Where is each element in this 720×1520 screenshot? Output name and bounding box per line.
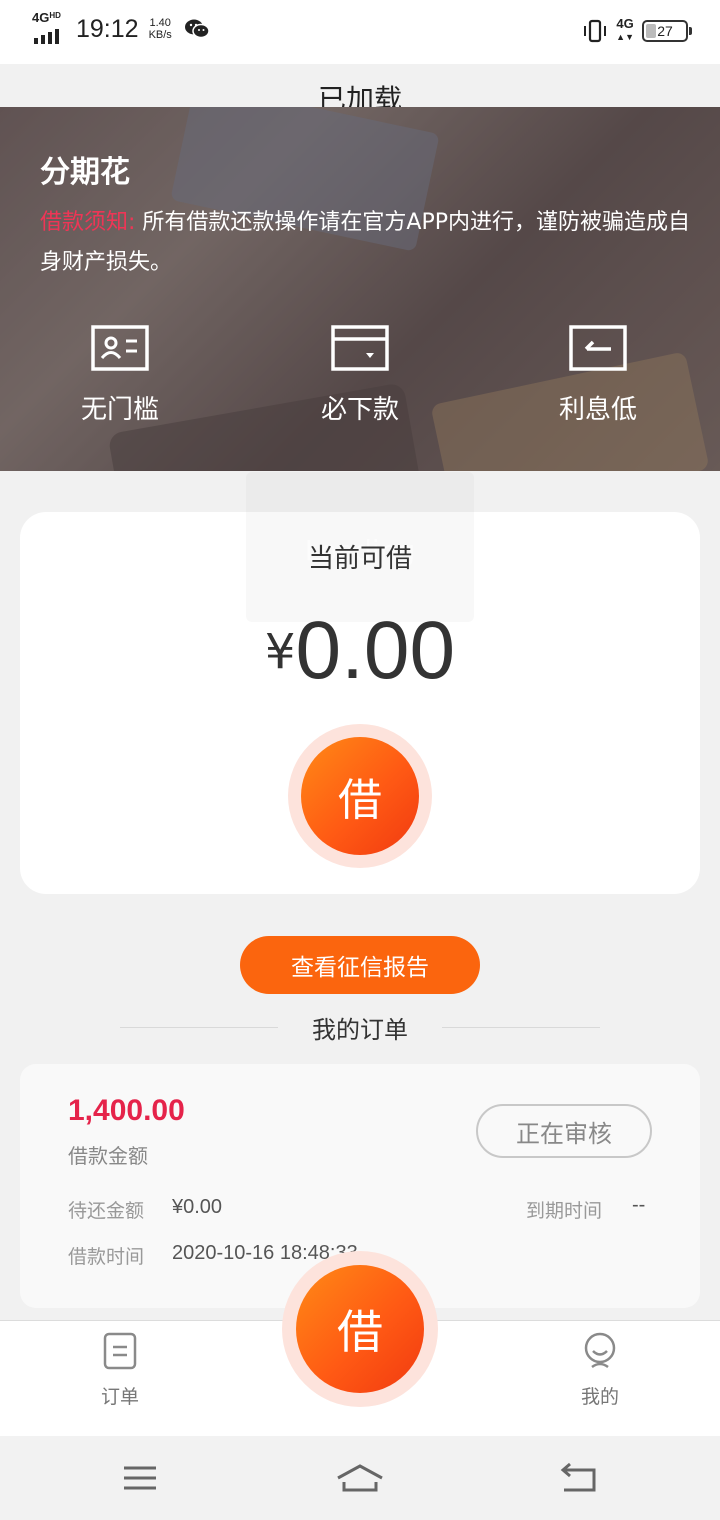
tab-mine[interactable]: 我的	[540, 1331, 660, 1409]
notice-label: 借款须知:	[40, 210, 136, 235]
borrow-button[interactable]: 借	[288, 724, 432, 868]
return-icon	[569, 325, 627, 371]
order-list-icon	[103, 1332, 137, 1370]
vibrate-icon	[584, 19, 607, 42]
profile-icon	[584, 1332, 616, 1369]
tab-orders[interactable]: 订单	[60, 1331, 180, 1409]
network-type-icon: 4G ▲▼	[616, 16, 634, 42]
due-amount-label: 待还金额	[68, 1200, 145, 1222]
notice-text: 所有借款还款操作请在官方APP内进行，谨防被骗造成自身财产损失。	[40, 210, 691, 275]
network-speed: 1.40 KB/s	[148, 17, 172, 41]
available-label: 当前可借	[307, 544, 412, 574]
signal-icon: 4GHD	[32, 10, 68, 44]
available-amount: ¥0.00	[264, 605, 456, 696]
clock: 19:12	[76, 14, 139, 43]
order-amount-label: 借款金额	[68, 1144, 148, 1168]
loan-available-card: Loading 当前可借 ¥0.00 借	[20, 472, 700, 894]
wechat-icon	[184, 19, 210, 39]
due-time-label: 到期时间	[526, 1200, 603, 1222]
feature-low-interest: 利息低	[508, 325, 688, 426]
credit-report-button[interactable]: 查看征信报告	[240, 936, 480, 994]
status-bar: 4GHD 19:12 1.40 KB/s 4G ▲▼ 27	[0, 0, 720, 64]
home-icon[interactable]	[330, 1460, 390, 1496]
battery-icon: 27	[642, 19, 692, 42]
loan-notice: 借款须知: 所有借款还款操作请在官方APP内进行，谨防被骗造成自身财产损失。	[40, 203, 690, 283]
tab-borrow-button[interactable]: 借	[282, 1251, 438, 1407]
system-navigation-bar	[0, 1436, 720, 1520]
id-card-icon	[91, 325, 149, 371]
due-time: --	[632, 1194, 646, 1216]
promo-banner: 分期花 借款须知: 所有借款还款操作请在官方APP内进行，谨防被骗造成自身财产损…	[0, 107, 720, 471]
due-amount: ¥0.00	[172, 1196, 223, 1218]
menu-icon[interactable]	[110, 1460, 170, 1496]
feature-no-threshold: 无门槛	[30, 325, 210, 426]
order-amount: 1,400.00	[68, 1094, 185, 1127]
orders-section-header: 我的订单	[0, 1010, 720, 1044]
orders-title: 我的订单	[312, 1016, 408, 1044]
back-icon[interactable]	[550, 1460, 610, 1496]
status-badge: 正在审核	[476, 1104, 652, 1158]
bottom-tab-bar: 订单 借 我的	[0, 1251, 720, 1436]
app-title: 分期花	[40, 155, 130, 190]
loan-time-label: 借款时间	[68, 1246, 145, 1268]
feature-guaranteed-loan: 必下款	[270, 325, 450, 426]
wallet-icon	[331, 325, 389, 371]
